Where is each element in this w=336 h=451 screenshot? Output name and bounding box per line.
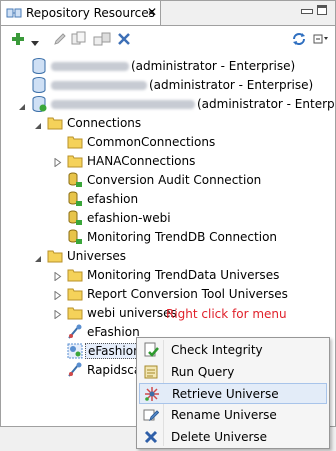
collapsed-arrow-icon[interactable] — [54, 289, 62, 301]
folder-open-icon — [47, 115, 63, 131]
connection-label: Conversion Audit Connection — [87, 173, 262, 187]
folder-icon — [67, 305, 83, 321]
tree-item-server-3[interactable]: (administrator - Enterprise) — [1, 96, 335, 115]
folder-label: webi universes — [87, 306, 177, 320]
tree-item-connection[interactable]: Monitoring TrendDB Connection — [1, 229, 335, 248]
edit-icon[interactable] — [53, 32, 67, 49]
menu-item-label: Delete Universe — [171, 430, 268, 444]
check-integrity-icon — [143, 342, 159, 358]
server-icon — [31, 58, 47, 74]
expanded-arrow-icon[interactable] — [18, 100, 26, 110]
redacted-server-name — [51, 81, 147, 90]
redacted-server-name — [51, 62, 129, 71]
folder-label: Universes — [67, 249, 127, 263]
menu-item-retrieve-universe[interactable]: Retrieve Universe — [139, 383, 327, 404]
tab-title: Repository Resources — [26, 6, 155, 20]
tree-folder-webi-universes[interactable]: webi universes — [1, 305, 177, 324]
universe-icon — [67, 324, 83, 340]
annotation-text: Right click for menu — [166, 307, 287, 321]
connection-label: Monitoring TrendDB Connection — [87, 230, 278, 244]
universe-label: eFashion — [87, 325, 140, 339]
menu-item-rename-universe[interactable]: Rename Universe — [139, 405, 327, 426]
menu-item-run-query[interactable]: Run Query — [139, 362, 327, 383]
tree-folder-common-connections[interactable]: CommonConnections — [1, 134, 335, 153]
folder-label: Report Conversion Tool Universes — [87, 287, 288, 301]
collapsed-arrow-icon[interactable] — [54, 308, 62, 320]
tree-folder-monitoring-universes[interactable]: Monitoring TrendData Universes — [1, 267, 335, 286]
menu-item-label: Run Query — [171, 365, 235, 379]
run-query-icon — [143, 364, 159, 380]
minimize-icon[interactable] — [301, 9, 313, 14]
menu-item-label: Check Integrity — [171, 343, 263, 357]
view-tab-bar: Repository Resources ✕ — [1, 1, 335, 26]
delete-icon — [143, 429, 159, 445]
tree-item-server-2[interactable]: (administrator - Enterprise) — [1, 77, 335, 96]
repository-icon — [6, 6, 22, 23]
close-icon[interactable]: ✕ — [147, 5, 157, 19]
tree-item-connection[interactable]: efashion — [1, 191, 335, 210]
folder-label: CommonConnections — [87, 135, 216, 149]
folder-label: Monitoring TrendData Universes — [87, 268, 280, 282]
publish-icon[interactable] — [93, 31, 111, 50]
connection-label: efashion-webi — [87, 211, 171, 225]
chevron-down-icon[interactable] — [31, 36, 39, 50]
folder-icon — [67, 286, 83, 302]
server-label: (administrator - Enterprise) — [197, 97, 335, 111]
connection-icon — [67, 191, 83, 207]
rename-icon — [143, 407, 160, 423]
universe-icon — [67, 343, 83, 359]
collapse-all-icon[interactable] — [313, 32, 329, 49]
connection-icon — [67, 229, 83, 245]
delete-icon[interactable] — [117, 32, 131, 49]
refresh-icon[interactable] — [291, 31, 307, 50]
tree-item-universe[interactable]: Rapidsca — [1, 362, 141, 381]
expanded-arrow-icon[interactable] — [34, 252, 42, 262]
menu-item-label: Rename Universe — [171, 408, 277, 422]
tree-item-connection[interactable]: Conversion Audit Connection — [1, 172, 335, 191]
tree-item-server-1[interactable]: (administrator - Enterprise) — [1, 58, 335, 77]
folder-icon — [67, 153, 83, 169]
folder-label: Connections — [67, 116, 142, 130]
tree-folder-universes[interactable]: Universes — [1, 248, 335, 267]
retrieve-universe-icon — [144, 386, 160, 402]
universe-icon — [67, 362, 83, 378]
connection-label: efashion — [87, 192, 139, 206]
add-icon[interactable] — [11, 32, 25, 49]
folder-icon — [67, 134, 83, 150]
menu-item-check-integrity[interactable]: Check Integrity — [139, 340, 327, 361]
tree-folder-connections[interactable]: Connections — [1, 115, 335, 134]
connection-icon — [67, 172, 83, 188]
collapsed-arrow-icon[interactable] — [54, 270, 62, 282]
menu-item-delete-universe[interactable]: Delete Universe — [139, 427, 327, 448]
context-menu: Check Integrity Run Query Retrieve Unive… — [136, 337, 330, 449]
tree-folder-report-conversion[interactable]: Report Conversion Tool Universes — [1, 286, 335, 305]
connection-icon — [67, 210, 83, 226]
server-icon — [31, 77, 47, 93]
repository-resources-tab[interactable]: Repository Resources ✕ — [1, 1, 161, 25]
server-label: (administrator - Enterprise) — [131, 59, 296, 73]
collapsed-arrow-icon[interactable] — [54, 156, 62, 168]
folder-label: HANAConnections — [87, 154, 196, 168]
menu-item-label: Retrieve Universe — [172, 387, 279, 401]
redacted-server-name — [51, 100, 195, 109]
view-toolbar — [1, 26, 335, 56]
tree-folder-hana-connections[interactable]: HANAConnections — [1, 153, 335, 172]
maximize-icon[interactable] — [317, 5, 327, 15]
server-connected-icon — [31, 96, 47, 112]
tree-item-connection[interactable]: efashion-webi — [1, 210, 335, 229]
folder-open-icon — [47, 248, 63, 264]
expanded-arrow-icon[interactable] — [34, 119, 42, 129]
server-label: (administrator - Enterprise) — [149, 78, 314, 92]
copy-icon[interactable] — [71, 31, 87, 50]
folder-icon — [67, 267, 83, 283]
universe-label: Rapidsca — [87, 363, 142, 377]
